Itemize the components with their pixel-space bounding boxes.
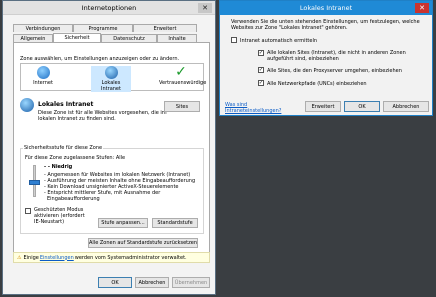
zone-internet-label: Internet — [33, 80, 53, 86]
zone-trusted[interactable]: ✓ Vertrauenswürdige — [159, 64, 207, 86]
zone-list: Internet Lokales Intranet ✓ Vertrauenswü… — [20, 63, 207, 92]
close-icon: ✕ — [419, 4, 425, 12]
auto-detect-checkbox[interactable] — [231, 37, 237, 43]
ok-button[interactable]: OK — [98, 277, 132, 288]
tab-advanced[interactable]: Erweitert — [133, 24, 197, 32]
zone-title: Lokales Intranet — [38, 101, 94, 108]
tab-row-bottom: Allgemein Sicherheit Datenschutz Inhalte — [13, 33, 197, 42]
info-icon: ⚠ — [17, 254, 22, 261]
sites-button[interactable]: Sites — [164, 101, 200, 112]
level-line: Eingabeaufforderung — [47, 196, 100, 202]
level-description: - Angemessen für Websites im lokalen Net… — [44, 172, 195, 202]
local-intranet-window: Lokales Intranet ✕ Verwenden Sie die unt… — [219, 0, 433, 116]
include-proxy-bypass-label: Alle Sites, die den Proxyserver umgehen,… — [267, 68, 402, 74]
title-bar: Internetoptionen ✕ — [3, 1, 215, 15]
include-local-sites-label: Alle lokalen Sites (Intranet), die nicht… — [267, 50, 406, 62]
default-level-button[interactable]: Standardstufe — [152, 218, 198, 228]
ok-button[interactable]: OK — [344, 101, 380, 112]
check-icon: ✓ — [258, 49, 264, 56]
cancel-button[interactable]: Abbrechen — [383, 101, 429, 112]
managed-settings-bar: ⚠ Einige Einstellungen werden vom System… — [13, 252, 210, 263]
allowed-levels: Für diese Zone zugelassene Stufen: Alle — [25, 155, 126, 161]
security-panel: Zone auswählen, um Einstellungen anzuzei… — [13, 42, 210, 261]
auto-detect-label: Intranet automatisch ermitteln — [240, 38, 318, 44]
custom-level-button[interactable]: Stufe anpassen... — [98, 218, 148, 228]
check-icon: ✓ — [258, 79, 264, 86]
intro-text: Verwenden Sie die unten stehenden Einste… — [231, 19, 420, 31]
close-button[interactable]: ✕ — [415, 3, 429, 13]
include-proxy-bypass-checkbox[interactable]: ✓ — [258, 67, 264, 73]
checkmark-icon: ✓ — [175, 64, 187, 80]
reset-all-zones-button[interactable]: Alle Zonen auf Standardstufe zurücksetze… — [88, 238, 198, 248]
zone-description: Diese Zone ist für alle Websites vorgese… — [38, 110, 167, 122]
tab-content[interactable]: Inhalte — [157, 34, 197, 42]
protected-mode-label: Geschützten Modus aktivieren (erfordert … — [34, 207, 85, 225]
intranet-large-icon — [20, 98, 34, 112]
tab-programs[interactable]: Programme — [73, 24, 133, 32]
include-unc-label: Alle Netzwerkpfade (UNCs) einbeziehen — [267, 81, 367, 87]
managed-suffix: werden vom Systemadministrator verwaltet… — [74, 254, 187, 261]
zone-prompt: Zone auswählen, um Einstellungen anzuzei… — [20, 56, 180, 62]
zone-internet[interactable]: Internet — [23, 66, 63, 86]
check-icon: ✓ — [258, 66, 264, 73]
include-unc-checkbox[interactable]: ✓ — [258, 80, 264, 86]
window-title: Internetoptionen — [81, 3, 137, 12]
advanced-button[interactable]: Erweitert — [305, 101, 341, 112]
window-title: Lokales Intranet — [299, 4, 353, 12]
tab-connections[interactable]: Verbindungen — [13, 24, 73, 32]
intranet-icon — [104, 66, 118, 79]
protected-mode-checkbox[interactable] — [25, 208, 31, 214]
zone-local-intranet[interactable]: Lokales Intranet — [91, 66, 131, 92]
tab-privacy[interactable]: Datenschutz — [101, 34, 157, 42]
tab-general[interactable]: Allgemein — [13, 34, 53, 42]
close-icon: ✕ — [202, 4, 208, 12]
zone-local-intranet-label: Lokales Intranet — [101, 80, 121, 92]
close-button[interactable]: ✕ — [198, 3, 212, 13]
settings-link[interactable]: Einstellungen — [40, 255, 74, 261]
include-local-sites-checkbox[interactable]: ✓ — [258, 50, 264, 56]
security-level-legend: Sicherheitsstufe für diese Zone — [23, 145, 104, 151]
protected-mode-line: IE-Neustart) — [34, 219, 65, 225]
managed-prefix: Einige — [23, 254, 39, 261]
globe-icon — [36, 66, 50, 79]
level-name: - - Niedrig — [44, 164, 73, 170]
internet-options-window: Internetoptionen ✕ Verbindungen Programm… — [2, 0, 216, 295]
level-slider-thumb[interactable] — [29, 180, 40, 185]
zone-trusted-label: Vertrauenswürdige — [159, 80, 207, 86]
tab-row-top: Verbindungen Programme Erweitert — [13, 24, 197, 32]
cancel-button[interactable]: Abbrechen — [135, 277, 169, 288]
tab-security[interactable]: Sicherheit — [53, 33, 101, 42]
apply-button[interactable]: Übernehmen — [172, 277, 210, 288]
intranet-help-link[interactable]: Was sind Intraneteinstellungen? — [225, 102, 281, 114]
title-bar: Lokales Intranet ✕ — [220, 1, 432, 15]
